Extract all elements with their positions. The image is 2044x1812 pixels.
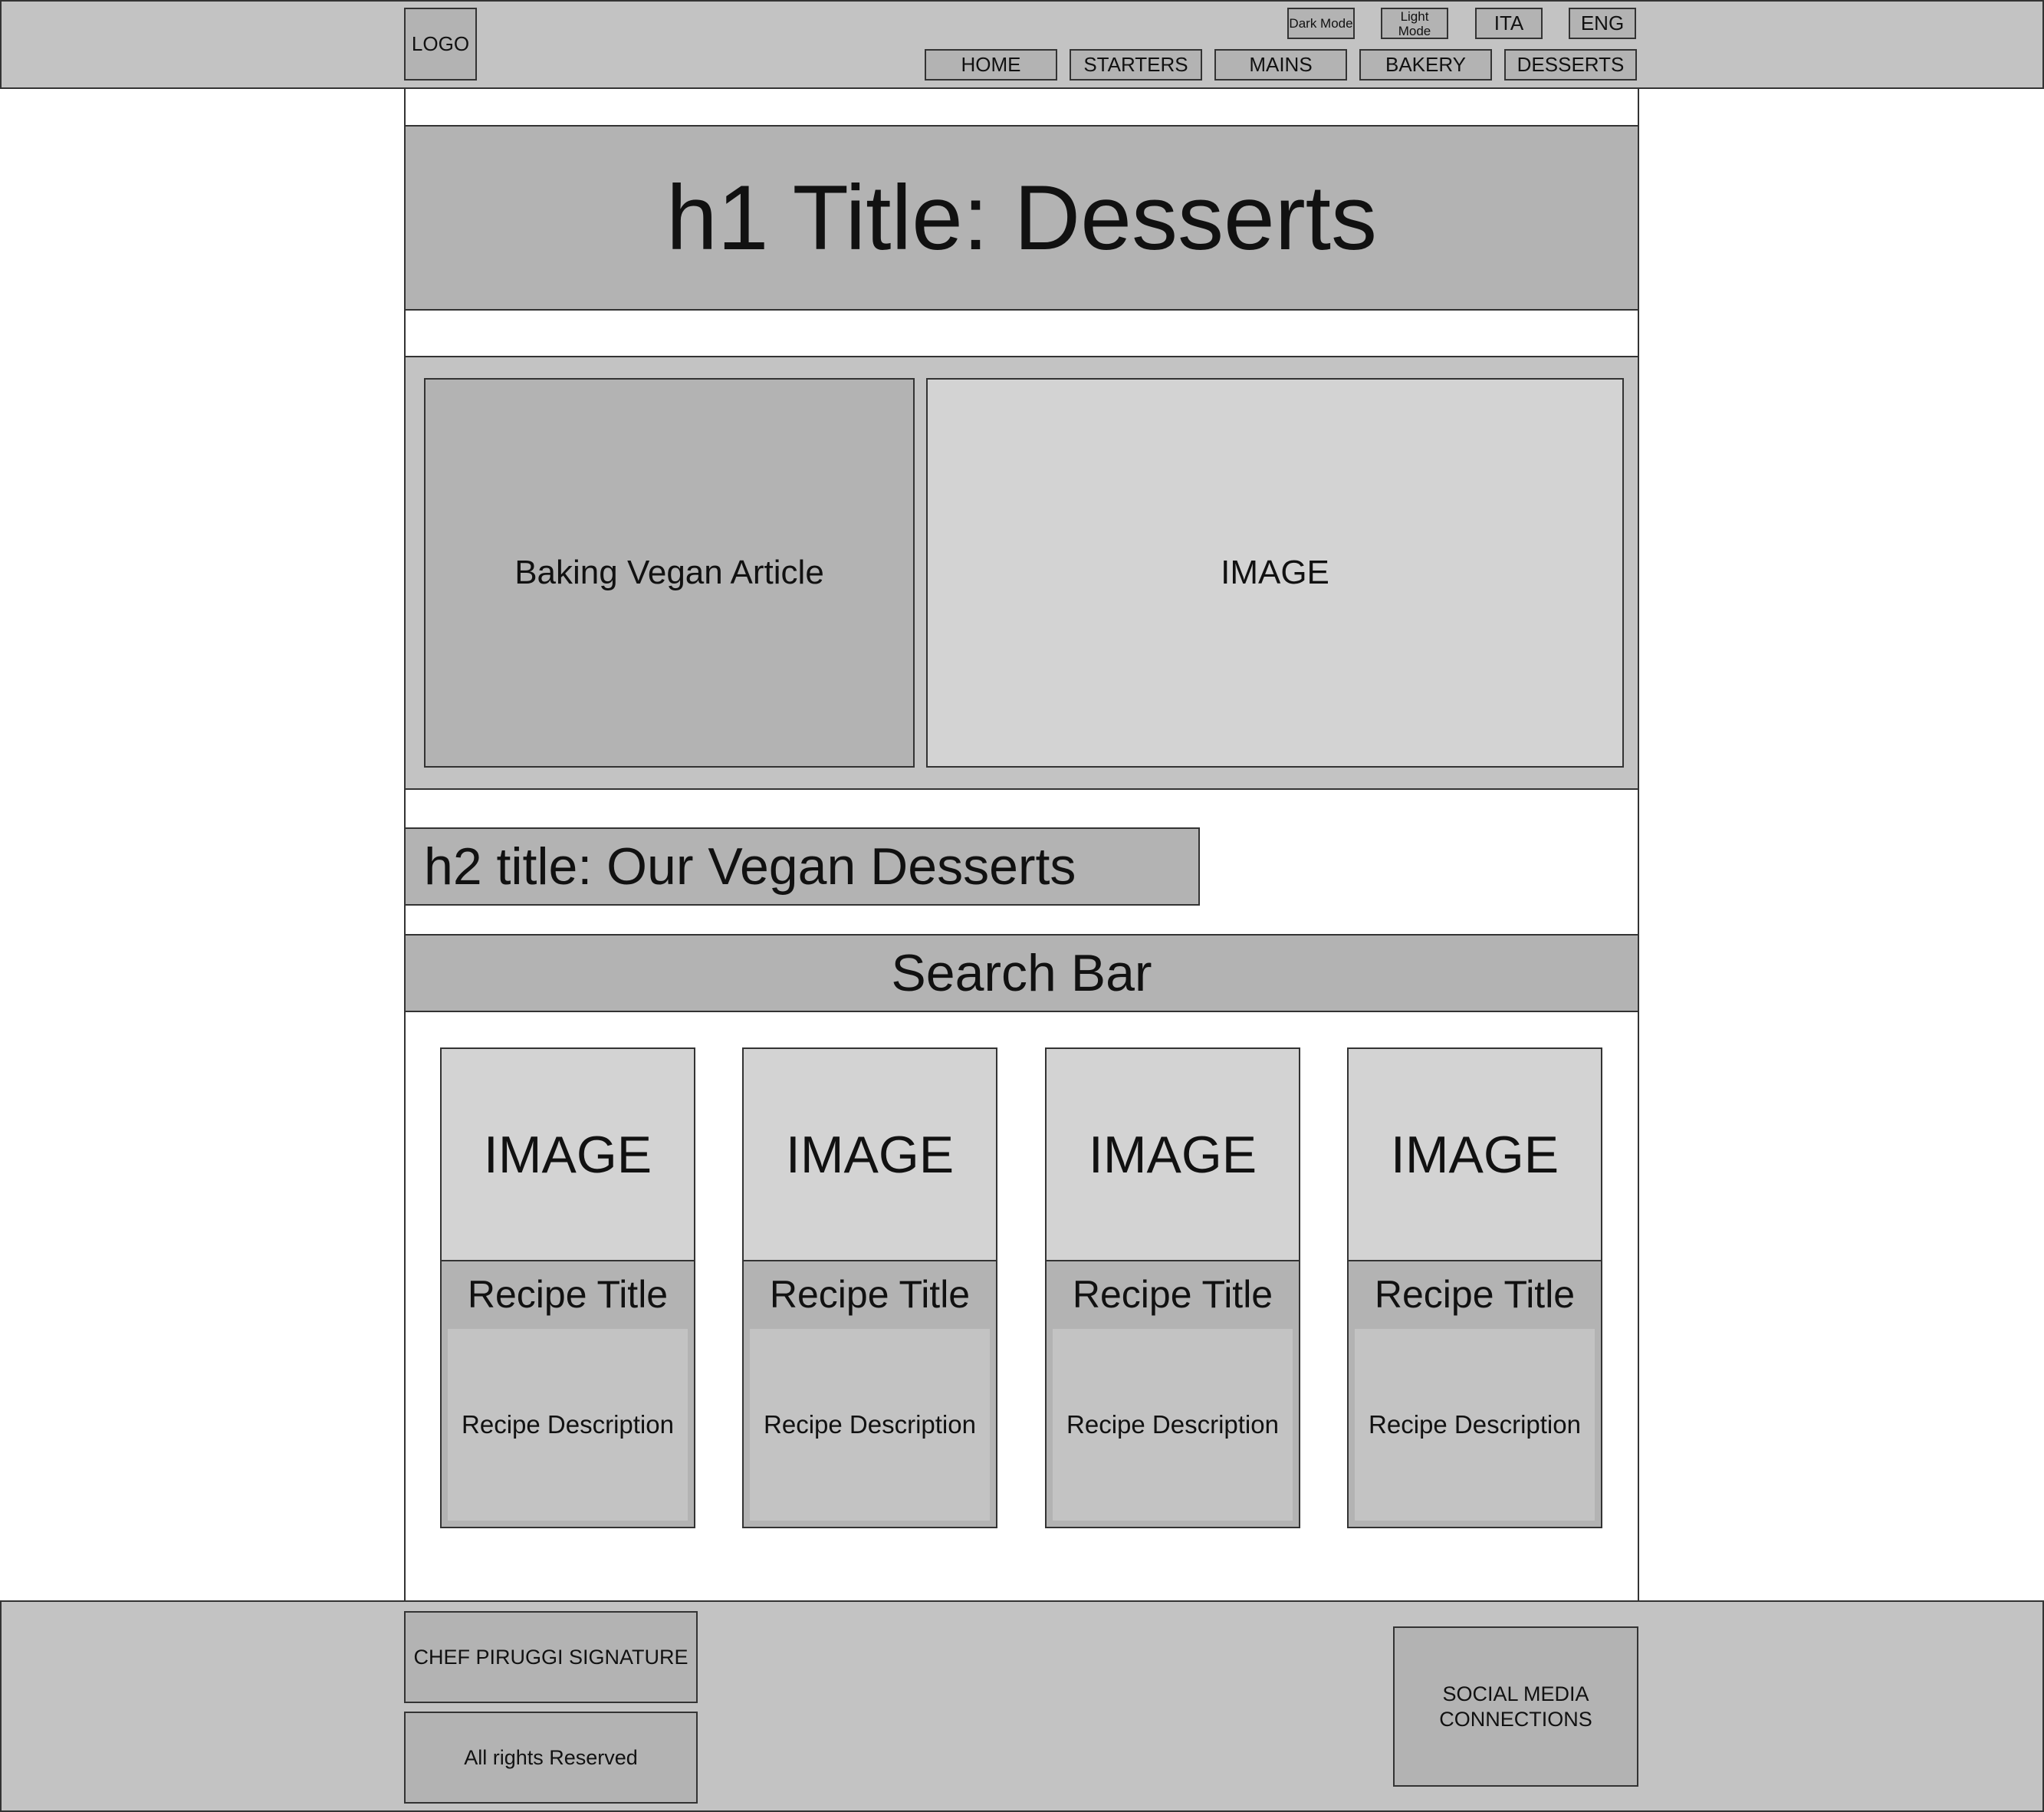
recipe-image: IMAGE — [442, 1049, 694, 1261]
recipe-image: IMAGE — [744, 1049, 996, 1261]
search-bar[interactable]: Search Bar — [404, 934, 1639, 1012]
recipe-title: Recipe Title — [467, 1273, 669, 1316]
page-title: h1 Title: Desserts — [404, 125, 1639, 311]
recipe-title: Recipe Title — [769, 1273, 971, 1316]
logo[interactable]: LOGO — [404, 8, 477, 81]
chef-signature: CHEF PIRUGGI SIGNATURE — [404, 1611, 698, 1703]
section-title: h2 title: Our Vegan Desserts — [404, 827, 1200, 906]
recipe-title: Recipe Title — [1374, 1273, 1576, 1316]
featured-article[interactable]: Baking Vegan Article — [424, 378, 915, 768]
social-media-links[interactable]: SOCIAL MEDIA CONNECTIONS — [1393, 1626, 1638, 1787]
recipe-description: Recipe Description — [448, 1329, 688, 1521]
language-eng-button[interactable]: ENG — [1569, 8, 1636, 39]
featured-image: IMAGE — [926, 378, 1624, 768]
nav-starters[interactable]: STARTERS — [1070, 49, 1202, 81]
recipe-card[interactable]: IMAGE Recipe Title Recipe Description — [742, 1047, 997, 1528]
recipe-image: IMAGE — [1047, 1049, 1299, 1261]
recipe-description: Recipe Description — [750, 1329, 990, 1521]
recipe-card[interactable]: IMAGE Recipe Title Recipe Description — [1347, 1047, 1602, 1528]
copyright-notice: All rights Reserved — [404, 1712, 698, 1804]
recipe-card[interactable]: IMAGE Recipe Title Recipe Description — [440, 1047, 695, 1528]
recipe-image: IMAGE — [1349, 1049, 1601, 1261]
language-ita-button[interactable]: ITA — [1475, 8, 1543, 39]
recipe-card[interactable]: IMAGE Recipe Title Recipe Description — [1045, 1047, 1300, 1528]
light-mode-toggle[interactable]: Light Mode — [1381, 8, 1448, 39]
site-footer — [0, 1600, 2044, 1812]
nav-home[interactable]: HOME — [925, 49, 1057, 81]
nav-bakery[interactable]: BAKERY — [1359, 49, 1492, 81]
dark-mode-toggle[interactable]: Dark Mode — [1287, 8, 1355, 39]
nav-desserts[interactable]: DESSERTS — [1504, 49, 1637, 81]
recipe-description: Recipe Description — [1053, 1329, 1293, 1521]
recipe-description: Recipe Description — [1355, 1329, 1595, 1521]
nav-mains[interactable]: MAINS — [1214, 49, 1347, 81]
recipe-title: Recipe Title — [1072, 1273, 1273, 1316]
